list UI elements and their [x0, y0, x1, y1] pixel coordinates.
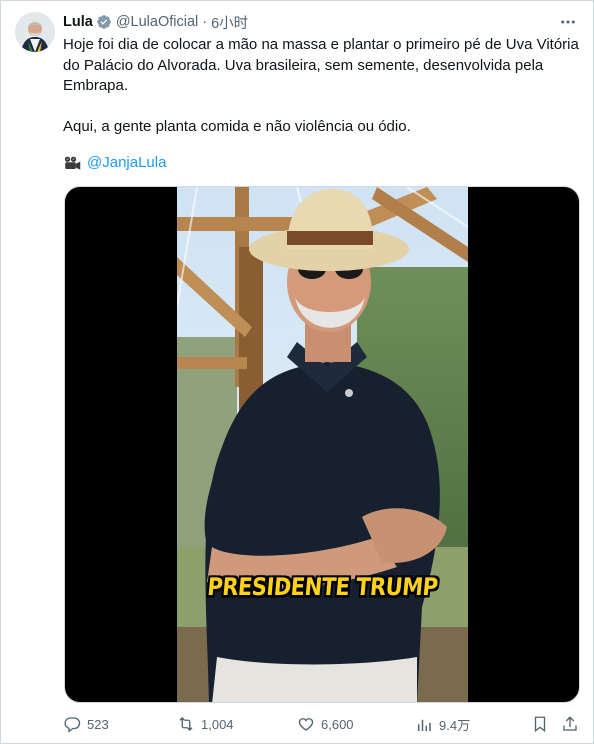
- retweet-count: 1,004: [201, 716, 234, 732]
- more-options-icon[interactable]: [559, 13, 577, 31]
- like-button[interactable]: 6,600: [297, 715, 354, 733]
- video-still-image: [177, 187, 468, 702]
- verified-badge-icon: [96, 15, 111, 29]
- author-handle[interactable]: @LulaOficial: [116, 14, 198, 30]
- movie-camera-icon: [64, 156, 81, 170]
- reply-count: 523: [87, 716, 109, 732]
- video-caption: PRESIDENTE TRUMP: [206, 573, 439, 601]
- action-bar: 523 1,004 6,600 9.4万: [63, 715, 579, 737]
- video-player[interactable]: PRESIDENTE TRUMP: [64, 186, 580, 703]
- author-name[interactable]: Lula: [63, 14, 93, 30]
- bookmark-icon[interactable]: [531, 715, 549, 733]
- heart-icon: [298, 718, 314, 731]
- views-chart-icon: [418, 719, 431, 731]
- views-button[interactable]: 9.4万: [415, 715, 470, 734]
- view-count: 9.4万: [439, 718, 471, 733]
- tweet-text-paragraph-1: Hoje foi dia de colocar a mão na massa e…: [63, 36, 579, 94]
- timestamp[interactable]: 6小时: [211, 12, 248, 33]
- tweet-text: Hoje foi dia de colocar a mão na massa e…: [63, 35, 583, 138]
- mention-line: @JanjaLula: [63, 153, 166, 173]
- video-frame[interactable]: PRESIDENTE TRUMP: [177, 187, 468, 702]
- tweet-text-paragraph-2: Aqui, a gente planta comida e não violên…: [63, 118, 411, 135]
- share-icon[interactable]: [561, 715, 579, 733]
- tweet-header: Lula @LulaOficial · 6小时: [63, 12, 579, 32]
- retweet-icon: [179, 717, 193, 731]
- reply-icon: [64, 717, 81, 733]
- avatar[interactable]: [15, 12, 55, 52]
- tweet-card[interactable]: Lula @LulaOficial · 6小时 Hoje foi dia de …: [0, 0, 594, 744]
- retweet-button[interactable]: 1,004: [177, 715, 234, 733]
- reply-button[interactable]: 523: [63, 715, 109, 733]
- like-count: 6,600: [321, 716, 354, 732]
- separator-dot: ·: [202, 14, 208, 30]
- mention-link[interactable]: @JanjaLula: [87, 153, 166, 173]
